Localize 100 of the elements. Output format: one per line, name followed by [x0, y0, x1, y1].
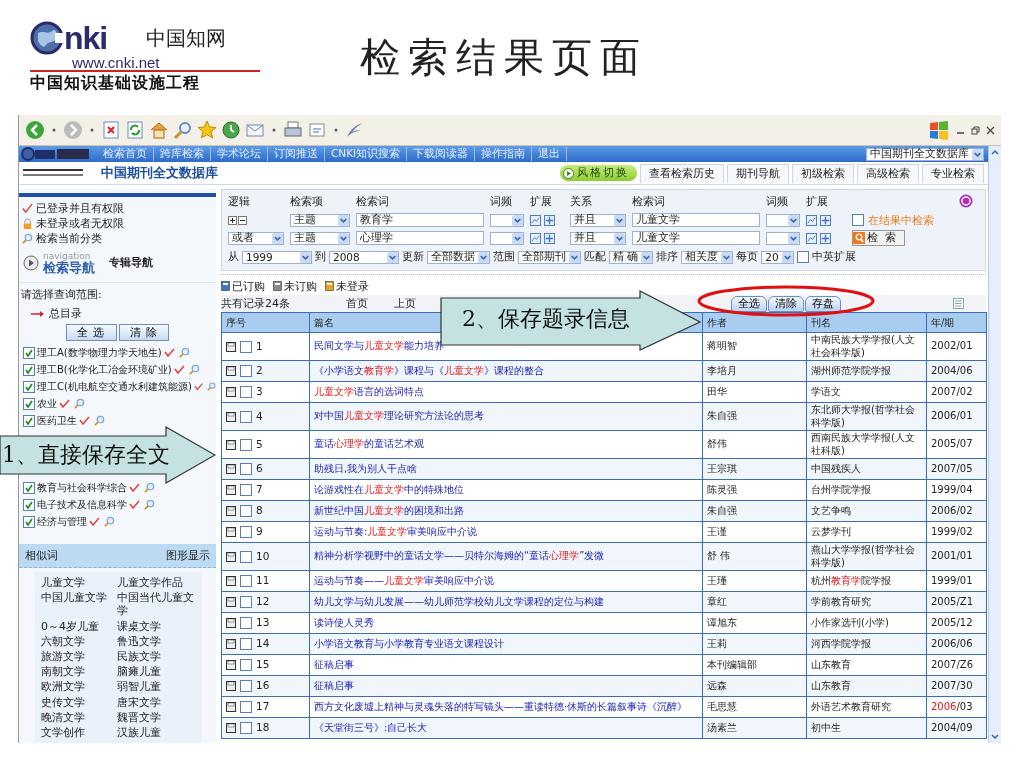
- save-icon[interactable]: [226, 597, 236, 607]
- back-icon[interactable]: [25, 120, 45, 140]
- save-icon[interactable]: [226, 506, 236, 516]
- row-checkbox[interactable]: [240, 505, 252, 517]
- search-term-field[interactable]: 儿童文学: [632, 213, 760, 227]
- row-checkbox[interactable]: [240, 617, 252, 629]
- row-checkbox[interactable]: [240, 701, 252, 713]
- category-label[interactable]: 电子技术及信息科学: [37, 497, 127, 512]
- similar-word[interactable]: 课桌文学: [117, 619, 197, 633]
- expand-icon[interactable]: [820, 214, 831, 226]
- similar-word[interactable]: 民族文学: [117, 649, 197, 664]
- search-icon[interactable]: [173, 120, 193, 140]
- history-icon[interactable]: [221, 120, 241, 140]
- similar-word[interactable]: 文学创作: [41, 725, 117, 740]
- row-checkbox[interactable]: [240, 596, 252, 608]
- nav-tab[interactable]: 高级检索: [857, 163, 919, 183]
- row-checkbox[interactable]: [240, 438, 252, 451]
- navigation-link[interactable]: 专辑导航: [109, 256, 153, 270]
- category-label[interactable]: 教育与社会科学综合: [37, 480, 127, 495]
- article-title[interactable]: 征稿启事: [309, 654, 703, 676]
- logic-select[interactable]: 或者: [228, 231, 284, 245]
- search-icon[interactable]: [144, 499, 155, 510]
- article-title[interactable]: 幼儿文学与幼儿发展——幼儿师范学校幼儿文学课程的定位与构建: [309, 591, 703, 613]
- row-checkbox[interactable]: [240, 365, 252, 377]
- search-icon[interactable]: [74, 398, 85, 409]
- nav-tab[interactable]: 专业检索: [922, 163, 984, 183]
- frequency-select[interactable]: [490, 231, 524, 245]
- column-header[interactable]: 作者: [707, 316, 727, 328]
- similar-word[interactable]: 唐宋文学: [117, 695, 197, 709]
- row-checkbox[interactable]: [240, 680, 252, 692]
- article-title[interactable]: 西方文化废墟上精神与灵魂失落的特写镜头——重读特德·休斯的长篇叙事诗《沉醉》: [309, 696, 703, 718]
- save-icon[interactable]: [226, 576, 236, 586]
- similar-word[interactable]: 中国当代儿童文学: [117, 591, 197, 618]
- article-title[interactable]: 论游戏性在儿童文学中的特殊地位: [309, 479, 703, 501]
- option-select[interactable]: 相关度: [681, 250, 734, 264]
- article-title[interactable]: 助残日,我为别人干点啥: [309, 458, 703, 480]
- save-icon[interactable]: [226, 723, 236, 733]
- option-select[interactable]: 20: [761, 250, 794, 264]
- result-button[interactable]: 存盘: [805, 295, 841, 312]
- option-select[interactable]: 全部期刊: [518, 250, 581, 264]
- nav-link[interactable]: 操作指南: [475, 147, 533, 161]
- column-header[interactable]: 篇名: [314, 316, 334, 328]
- category-checkbox[interactable]: [23, 498, 35, 511]
- star-icon[interactable]: [197, 120, 217, 140]
- relation-select[interactable]: 并且: [570, 213, 626, 227]
- search-term-field[interactable]: 教育学: [356, 213, 484, 227]
- relation-select[interactable]: 并且: [570, 231, 626, 245]
- article-title[interactable]: 运动与节奏——儿童文学审美响应中介说: [309, 570, 703, 592]
- similar-word[interactable]: 六朝文学: [41, 634, 117, 648]
- restore-icon[interactable]: [971, 125, 980, 135]
- list-icon[interactable]: [953, 298, 964, 309]
- row-checkbox[interactable]: [240, 340, 252, 353]
- frequency-select[interactable]: [766, 213, 800, 227]
- option-select[interactable]: 2008: [329, 250, 399, 264]
- category-label[interactable]: 理工A(数学物理力学天地生): [37, 345, 162, 360]
- search-icon[interactable]: [206, 381, 216, 392]
- row-checkbox[interactable]: [240, 410, 252, 423]
- article-title[interactable]: 《天堂街三号》:自己长大: [309, 717, 703, 739]
- article-title[interactable]: 征稿启事: [309, 675, 703, 697]
- category-label[interactable]: 农业: [37, 396, 57, 411]
- row-checkbox[interactable]: [240, 386, 252, 398]
- stop-icon[interactable]: [101, 120, 121, 140]
- category-checkbox[interactable]: [23, 380, 35, 393]
- style-switch-button[interactable]: 风格切换: [560, 165, 637, 181]
- search-button[interactable]: 检 索: [852, 230, 906, 246]
- column-header[interactable]: 刊名: [811, 316, 831, 328]
- category-label[interactable]: 医药卫生: [37, 413, 77, 428]
- save-icon[interactable]: [226, 527, 236, 537]
- save-icon[interactable]: [226, 464, 236, 474]
- save-icon[interactable]: [226, 681, 236, 691]
- save-icon[interactable]: [226, 702, 236, 712]
- nav-tab[interactable]: 初级检索: [792, 163, 854, 183]
- chart-icon[interactable]: [530, 214, 541, 226]
- category-checkbox[interactable]: [23, 346, 35, 359]
- category-checkbox[interactable]: [23, 414, 35, 427]
- scope-button[interactable]: 清 除: [118, 324, 169, 341]
- similar-word[interactable]: 史传文学: [41, 695, 117, 709]
- category-checkbox[interactable]: [23, 363, 35, 376]
- search-icon[interactable]: [94, 415, 105, 426]
- row-checkbox[interactable]: [240, 526, 252, 538]
- database-select[interactable]: 中国期刊全文数据库: [866, 147, 984, 161]
- expand-icon[interactable]: [820, 232, 831, 244]
- save-icon[interactable]: [226, 660, 236, 670]
- category-label[interactable]: 理工C(机电航空交通水利建筑能源): [37, 379, 192, 394]
- root-category[interactable]: 总目录: [49, 306, 82, 321]
- category-checkbox[interactable]: [23, 397, 35, 410]
- save-icon[interactable]: [226, 387, 236, 397]
- field-select[interactable]: 主题: [290, 213, 350, 227]
- similar-word[interactable]: 晚清文学: [41, 710, 117, 724]
- chart-icon[interactable]: [530, 232, 541, 244]
- article-title[interactable]: 对中国儿童文学理论研究方法论的思考: [309, 402, 703, 431]
- expand-icon[interactable]: [544, 214, 555, 226]
- bilingual-label[interactable]: 中英扩展: [811, 250, 856, 264]
- field-select[interactable]: 主题: [290, 231, 350, 245]
- save-icon[interactable]: [226, 366, 236, 376]
- row-checkbox[interactable]: [240, 638, 252, 650]
- search-term-field[interactable]: 心理学: [356, 231, 484, 245]
- save-icon[interactable]: [226, 551, 236, 562]
- navigation-link[interactable]: 检索导航: [43, 261, 95, 274]
- article-title[interactable]: 精神分析学视野中的童话文学——贝特尔海姆的“童话心理学”发微: [309, 542, 703, 571]
